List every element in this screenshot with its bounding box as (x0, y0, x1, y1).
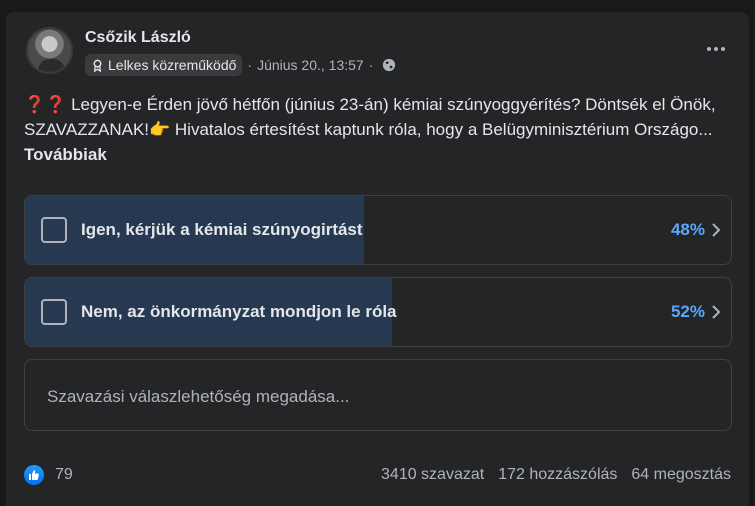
poll-option-label: Igen, kérjük a kémiai szúnyogirtást (81, 220, 363, 239)
add-option-input[interactable] (45, 382, 709, 412)
meta-separator-2: · (368, 57, 374, 73)
poll-option-percent: 52% (670, 302, 705, 321)
more-icon-dot (721, 47, 725, 51)
poll-option-label: Nem, az önkormányzat mondjon le róla (81, 302, 397, 321)
post-author[interactable]: Csőzik László (85, 29, 191, 47)
post-card: Csőzik László Lelkes közreműködő · Júniu… (6, 12, 749, 506)
avatar[interactable] (26, 27, 73, 74)
add-poll-option[interactable] (24, 359, 732, 431)
post-footer: 79 3410 szavazat 172 hozzászólás 64 mego… (24, 465, 731, 485)
like-count[interactable]: 79 (55, 466, 73, 484)
vote-count[interactable]: 3410 szavazat (381, 466, 484, 484)
poll-option-yes[interactable]: Igen, kérjük a kémiai szúnyogirtást 48% (24, 195, 732, 265)
thumbs-up-icon (29, 470, 39, 480)
avatar-figure (38, 59, 65, 72)
badge-label: Lelkes közreműködő (108, 57, 237, 73)
contributor-badge[interactable]: Lelkes közreműködő (85, 54, 243, 76)
poll-option-no[interactable]: Nem, az önkormányzat mondjon le róla 52% (24, 277, 732, 347)
post-meta: Lelkes közreműködő · Június 20., 13:57 · (85, 54, 396, 76)
more-options-button[interactable] (701, 37, 731, 61)
chevron-right-icon (712, 305, 721, 319)
post-text: ❓❓ Legyen-e Érden jövő hétfőn (június 23… (24, 92, 736, 167)
question-marks: ❓❓ (24, 95, 67, 114)
more-icon-dot (707, 47, 711, 51)
comment-count[interactable]: 172 hozzászólás (498, 466, 617, 484)
more-icon-dot (714, 47, 718, 51)
meta-separator: · (247, 57, 253, 73)
see-more-link[interactable]: Továbbiak (24, 145, 107, 164)
globe-icon[interactable] (382, 58, 396, 72)
poll-option-percent: 48% (670, 220, 705, 239)
poll-checkbox[interactable] (41, 299, 67, 325)
poll-checkbox[interactable] (41, 217, 67, 243)
post-stats: 3410 szavazat 172 hozzászólás 64 megoszt… (381, 466, 731, 484)
post-timestamp[interactable]: Június 20., 13:57 (257, 57, 364, 73)
badge-icon (93, 59, 102, 72)
like-icon[interactable] (24, 465, 44, 485)
post-body: Legyen-e Érden jövő hétfőn (június 23-án… (24, 95, 716, 139)
chevron-right-icon (712, 223, 721, 237)
share-count[interactable]: 64 megosztás (631, 466, 731, 484)
